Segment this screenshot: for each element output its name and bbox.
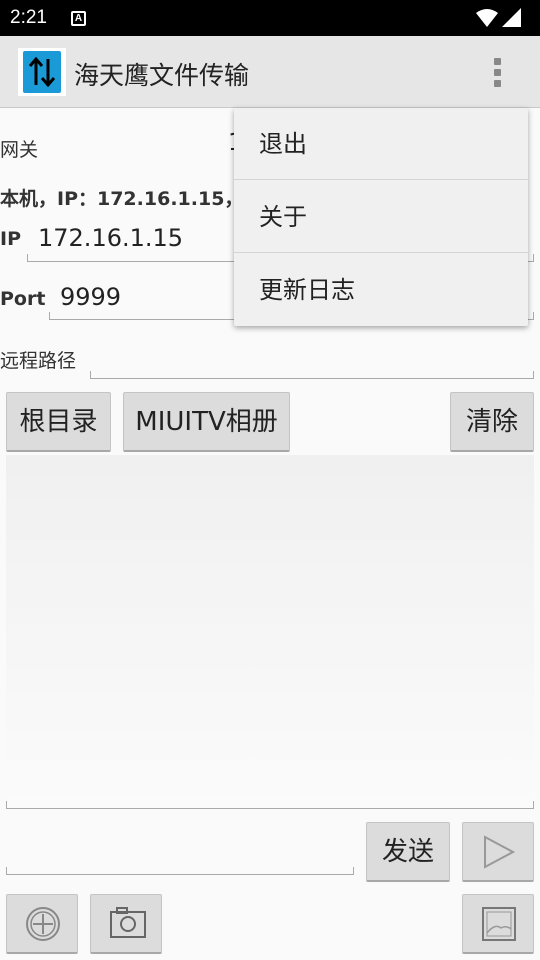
log-area[interactable] [6,455,534,810]
gateway-label: 网关 [0,139,39,161]
status-time: 2:21 [10,7,47,28]
app-logo [18,48,66,96]
add-button[interactable] [6,894,78,954]
send-label: 发送 [381,837,434,867]
send-button[interactable]: 发送 [366,822,450,882]
app-title: 海天鹰文件传输 [74,61,250,90]
miuitv-album-label: MIUITV相册 [135,407,278,437]
camera-button[interactable] [90,894,162,954]
root-dir-label: 根目录 [19,407,98,437]
root-dir-button[interactable]: 根目录 [6,392,111,452]
add-circle-icon [26,907,60,941]
overflow-menu: 退出 关于 更新日志 [234,108,528,326]
ip-input[interactable]: 172.16.1.15 [38,224,183,252]
send-play-button[interactable] [462,822,534,882]
ip-label: IP [0,228,21,250]
menu-item-exit[interactable]: 退出 [234,108,528,180]
menu-item-about[interactable]: 关于 [234,181,528,253]
message-input[interactable] [6,867,354,875]
status-bar: 2:21 A [0,0,540,36]
log-area-underline [6,801,534,809]
transfer-arrows-icon [28,56,56,88]
camera-icon [110,907,146,938]
clear-label: 清除 [465,407,518,437]
image-icon [482,907,516,941]
app-bar: 海天鹰文件传输 [0,36,540,108]
port-input[interactable]: 9999 [60,283,121,311]
remote-path-label: 远程路径 [0,350,77,372]
play-icon [484,835,516,869]
notification-icon: A [71,11,86,26]
signal-icon [502,8,521,27]
image-button[interactable] [462,894,534,954]
remote-path-input[interactable] [90,371,534,379]
local-ip-text: 本机，IP：172.16.1.15， [0,188,244,210]
wifi-icon [476,9,498,27]
miuitv-album-button[interactable]: MIUITV相册 [123,392,290,452]
menu-item-changelog[interactable]: 更新日志 [234,254,528,326]
clear-button[interactable]: 清除 [450,392,534,452]
port-label: Port [0,288,46,310]
more-vert-icon[interactable] [486,56,510,90]
